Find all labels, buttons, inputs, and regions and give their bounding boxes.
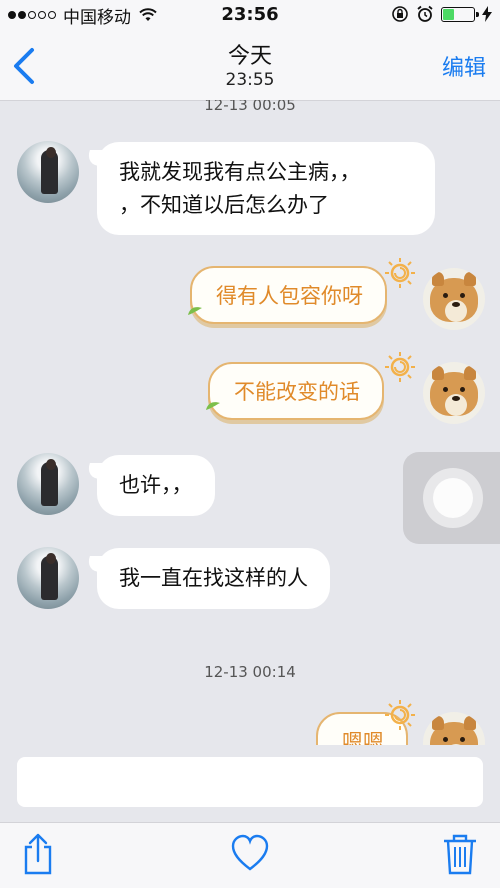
- avatar[interactable]: [17, 141, 79, 203]
- timestamp: 12-13 00:05: [204, 100, 296, 114]
- message-bubble-right[interactable]: 不能改变的话: [208, 362, 384, 420]
- message-bubble-left[interactable]: 我就发现我有点公主病，， ，不知道以后怎么办了: [97, 142, 435, 236]
- page-title: 今天: [227, 44, 272, 69]
- page-subtitle: 23:55: [225, 70, 275, 90]
- battery-level: [443, 8, 454, 20]
- input-bar: [0, 745, 500, 825]
- avatar[interactable]: [423, 712, 485, 745]
- status-bar: 中国移动 23:56: [0, 0, 500, 30]
- message-text: 得有人包容你呀: [216, 284, 363, 308]
- message-bubble-left[interactable]: 也许，，: [97, 455, 215, 516]
- avatar[interactable]: [423, 362, 485, 424]
- battery-icon: [441, 6, 479, 22]
- sun-sticker-icon: [385, 258, 415, 288]
- message-text: 嗯嗯: [342, 730, 384, 745]
- message-bubble-right[interactable]: 得有人包容你呀: [190, 266, 387, 324]
- sun-sticker-icon: [385, 700, 415, 730]
- leaf-sticker-icon: [188, 307, 202, 315]
- bottom-toolbar: [0, 822, 500, 888]
- message-input[interactable]: [17, 757, 483, 807]
- message-text: 不能改变的话: [234, 380, 360, 404]
- nav-bar: 今天 23:55 编辑: [0, 30, 500, 101]
- chat-area[interactable]: 12-13 00:05 我就发现我有点公主病，， ，不知道以后怎么办了 得有人包…: [0, 100, 500, 745]
- share-icon[interactable]: [18, 833, 58, 875]
- avatar[interactable]: [17, 453, 79, 515]
- alarm-icon: [417, 5, 433, 22]
- avatar[interactable]: [17, 547, 79, 609]
- message-bubble-left[interactable]: 我一直在找这样的人: [97, 548, 330, 609]
- edit-button[interactable]: 编辑: [442, 50, 486, 82]
- leaf-sticker-icon: [206, 402, 220, 410]
- trash-icon[interactable]: [440, 833, 480, 875]
- avatar[interactable]: [423, 268, 485, 330]
- assistive-touch-button[interactable]: [403, 452, 500, 544]
- charging-icon: [482, 6, 492, 22]
- rotation-lock-icon: [392, 6, 408, 22]
- heart-icon[interactable]: [230, 833, 270, 875]
- timestamp: 12-13 00:14: [204, 663, 296, 681]
- sun-sticker-icon: [385, 352, 415, 382]
- assistive-touch-core: [433, 478, 473, 518]
